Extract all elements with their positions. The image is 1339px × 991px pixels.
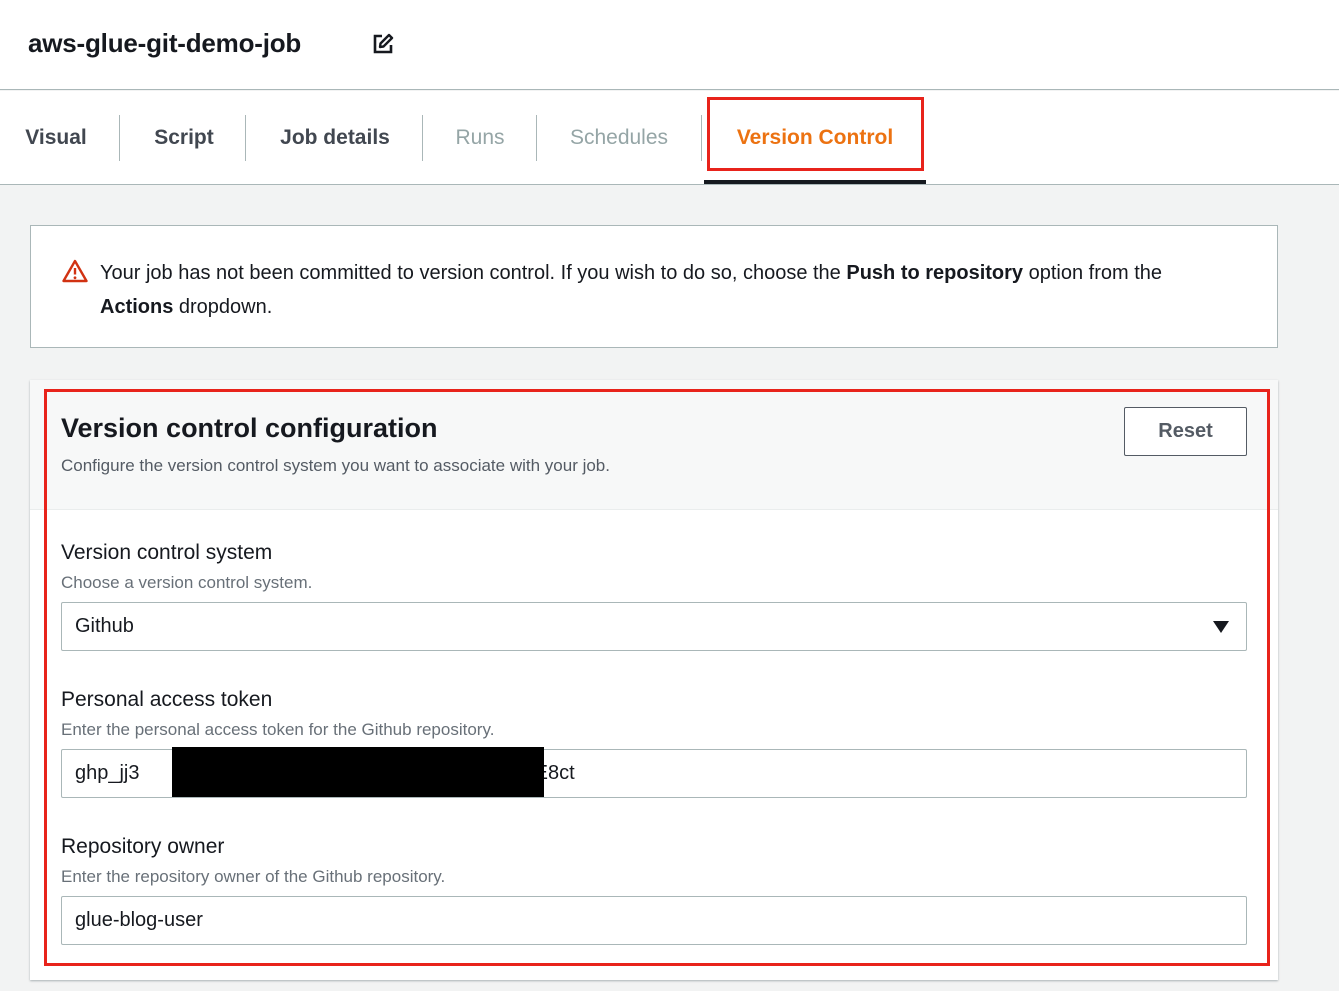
tab-runs: Runs — [455, 125, 505, 149]
tab-job-details[interactable]: Job details — [264, 91, 406, 184]
tab-divider — [536, 115, 537, 161]
page-header: aws-glue-git-demo-job — [0, 0, 1339, 90]
tab-schedules: Schedules — [569, 125, 669, 149]
tab-visual[interactable]: Visual — [10, 91, 102, 184]
alert-message: Your job has not been committed to versi… — [100, 262, 1163, 318]
version-control-alert: Your job has not been committed to versi… — [30, 225, 1278, 348]
edit-icon[interactable] — [371, 32, 395, 56]
panel-highlight-box — [44, 389, 1270, 966]
job-tabs: Visual Script Job details Runs Schedules… — [0, 91, 1339, 185]
actions-text: Actions — [100, 296, 174, 318]
tab-divider — [245, 115, 246, 161]
active-tab-indicator — [704, 180, 926, 184]
tab-divider — [422, 115, 423, 161]
tab-highlight-box — [707, 97, 924, 171]
warning-icon — [62, 259, 88, 283]
tab-divider — [701, 115, 702, 161]
job-title: aws-glue-git-demo-job — [28, 28, 302, 58]
tab-script[interactable]: Script — [138, 91, 230, 184]
push-to-repository-text: Push to repository — [846, 262, 1024, 284]
tab-divider — [119, 115, 120, 161]
